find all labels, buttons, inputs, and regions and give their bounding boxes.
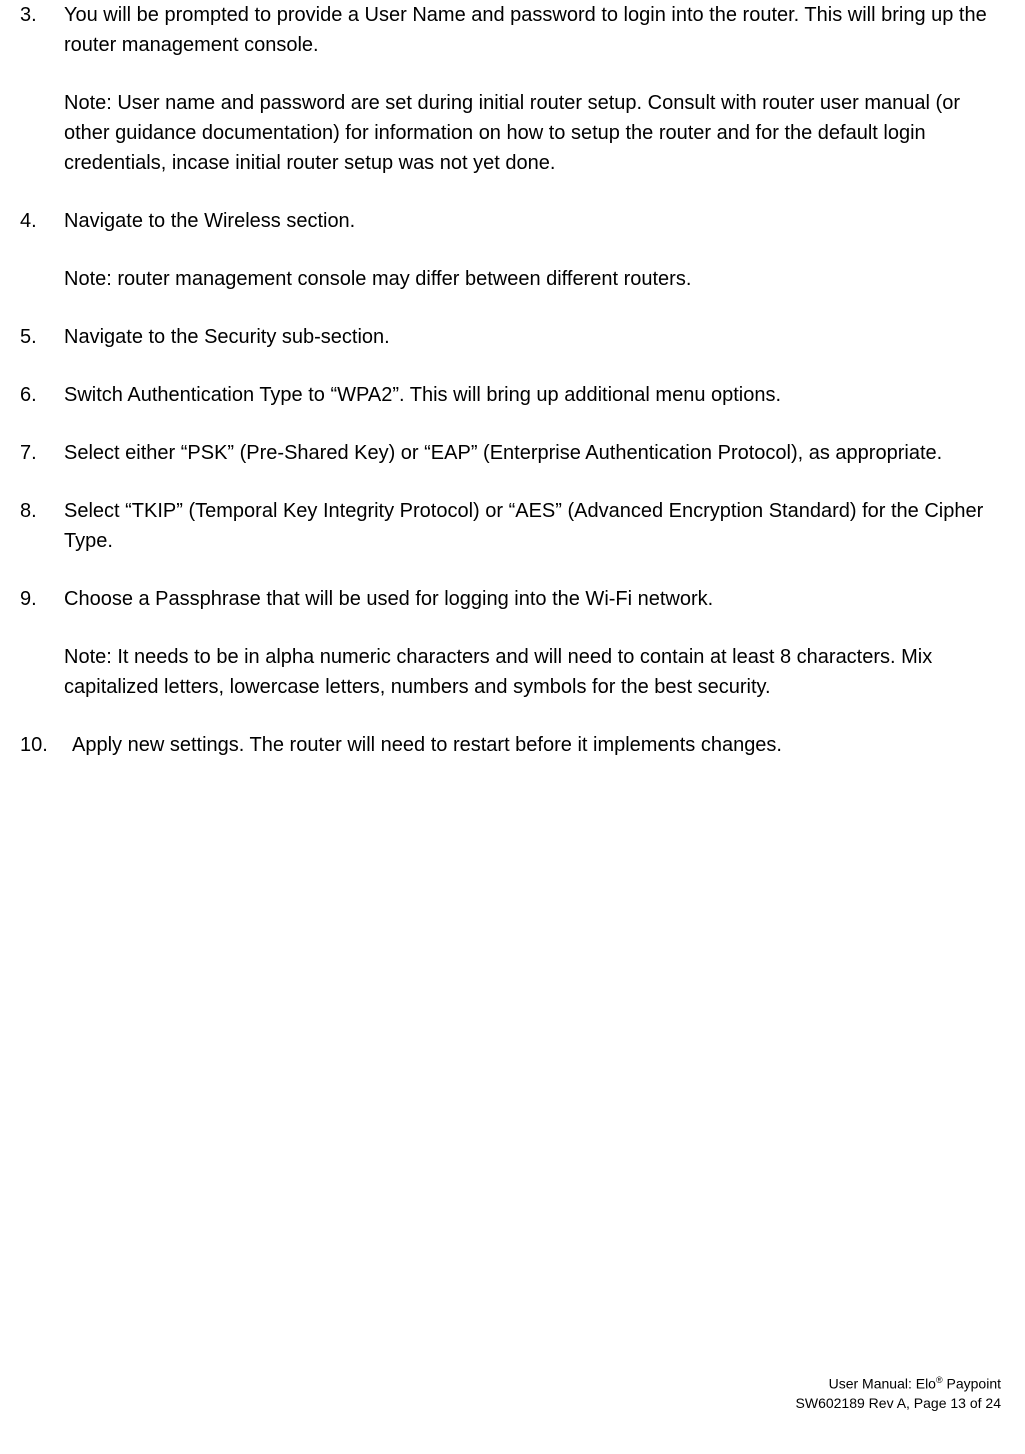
list-item-3: 3. You will be prompted to provide a Use… — [20, 0, 1005, 178]
list-number: 10. — [20, 730, 72, 760]
list-item-9: 9. Choose a Passphrase that will be used… — [20, 584, 1005, 702]
footer-text: Paypoint — [943, 1376, 1001, 1392]
list-content: Switch Authentication Type to “WPA2”. Th… — [64, 380, 1005, 410]
list-item-5: 5. Navigate to the Security sub-section. — [20, 322, 1005, 352]
list-number: 5. — [20, 322, 64, 352]
paragraph: Apply new settings. The router will need… — [72, 730, 1005, 760]
list-item-7: 7. Select either “PSK” (Pre-Shared Key) … — [20, 438, 1005, 468]
paragraph-note: Note: User name and password are set dur… — [64, 88, 1005, 178]
list-content: Navigate to the Wireless section. Note: … — [64, 206, 1005, 294]
list-number: 6. — [20, 380, 64, 410]
list-number: 9. — [20, 584, 64, 614]
paragraph: Navigate to the Wireless section. — [64, 206, 1005, 236]
list-number: 3. — [20, 0, 64, 30]
list-content: Select either “PSK” (Pre-Shared Key) or … — [64, 438, 1005, 468]
paragraph: Select “TKIP” (Temporal Key Integrity Pr… — [64, 496, 1005, 556]
list-number: 7. — [20, 438, 64, 468]
footer-line-1: User Manual: Elo® Paypoint — [796, 1374, 1001, 1394]
paragraph-note: Note: It needs to be in alpha numeric ch… — [64, 642, 1005, 702]
registered-mark: ® — [936, 1375, 943, 1385]
list-content: Select “TKIP” (Temporal Key Integrity Pr… — [64, 496, 1005, 556]
list-item-6: 6. Switch Authentication Type to “WPA2”.… — [20, 380, 1005, 410]
list-item-10: 10. Apply new settings. The router will … — [20, 730, 1005, 760]
page-footer: User Manual: Elo® Paypoint SW602189 Rev … — [796, 1374, 1001, 1414]
list-number: 8. — [20, 496, 64, 526]
paragraph: Choose a Passphrase that will be used fo… — [64, 584, 1005, 614]
paragraph: Navigate to the Security sub-section. — [64, 322, 1005, 352]
list-content: You will be prompted to provide a User N… — [64, 0, 1005, 178]
paragraph-note: Note: router management console may diff… — [64, 264, 1005, 294]
list-number: 4. — [20, 206, 64, 236]
list-content: Choose a Passphrase that will be used fo… — [64, 584, 1005, 702]
paragraph: Switch Authentication Type to “WPA2”. Th… — [64, 380, 1005, 410]
paragraph: You will be prompted to provide a User N… — [64, 0, 1005, 60]
list-item-4: 4. Navigate to the Wireless section. Not… — [20, 206, 1005, 294]
list-item-8: 8. Select “TKIP” (Temporal Key Integrity… — [20, 496, 1005, 556]
list-content: Apply new settings. The router will need… — [72, 730, 1005, 760]
footer-text: User Manual: Elo — [829, 1376, 936, 1392]
list-content: Navigate to the Security sub-section. — [64, 322, 1005, 352]
paragraph: Select either “PSK” (Pre-Shared Key) or … — [64, 438, 1005, 468]
ordered-list: 3. You will be prompted to provide a Use… — [0, 0, 1005, 760]
page: 3. You will be prompted to provide a Use… — [0, 0, 1025, 1454]
footer-line-2: SW602189 Rev A, Page 13 of 24 — [796, 1394, 1001, 1414]
